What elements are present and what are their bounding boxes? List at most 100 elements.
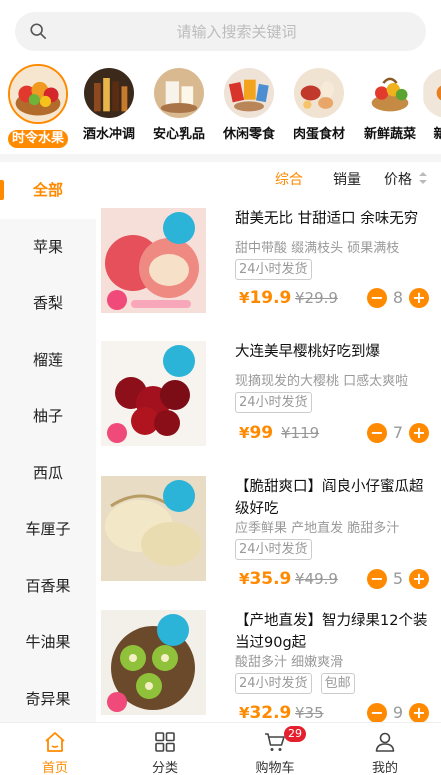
more-category-icon: [420, 66, 441, 120]
category-label: 新鲜蔬菜: [363, 127, 416, 142]
category-label: 酒水冲调: [82, 127, 135, 142]
sidebar-item-all[interactable]: 全部: [0, 162, 96, 219]
quantity-stepper: − 5 +: [367, 569, 429, 589]
tab-home[interactable]: 首页: [0, 723, 110, 775]
price-currency: ¥: [239, 424, 250, 442]
sort-price[interactable]: 价格: [384, 169, 428, 189]
product-tags: 24小时发货 包邮: [235, 672, 359, 694]
quantity-value: 7: [392, 423, 404, 442]
category-item-dairy[interactable]: 安心乳品: [145, 66, 213, 144]
search-input[interactable]: [59, 12, 414, 51]
product-title: 【产地直发】智力绿果12个装 当过90g起: [235, 613, 428, 651]
price-value: 32.9: [249, 703, 292, 722]
tab-cart[interactable]: 29 购物车: [220, 723, 330, 775]
price-value: 35.9: [249, 569, 292, 589]
sidebar-item-cherry[interactable]: 车厘子: [0, 501, 96, 558]
product-image-apple: [101, 208, 206, 313]
category-grid-icon: [155, 732, 175, 752]
sort-arrows-icon: [419, 172, 428, 184]
snacks-icon: [222, 66, 276, 120]
tab-label: 首页: [41, 761, 68, 775]
sort-comprehensive[interactable]: 综合: [275, 169, 303, 189]
product-item[interactable]: 甜美无比 甘甜适口 余味无穷 甜中带酸 缀满枝头 硕果满枝 24小时发货 ¥19…: [96, 194, 441, 327]
product-tags: 24小时发货: [235, 538, 316, 560]
sidebar-item-apple[interactable]: 苹果: [0, 219, 96, 276]
product-tag: 24小时发货: [235, 539, 312, 560]
vegetable-basket-icon: [363, 66, 417, 120]
sidebar-item-avocado[interactable]: 牛油果: [0, 614, 96, 671]
price-currency: ¥: [239, 289, 250, 307]
tab-category[interactable]: 分类: [110, 723, 220, 775]
bottom-tab-bar: 首页 分类 29 购物车 我的: [0, 722, 441, 775]
tab-mine[interactable]: 我的: [330, 723, 440, 775]
decrease-button[interactable]: −: [367, 703, 387, 722]
app-page: 时令水果 酒水冲调 安心乳品 休闲零食 肉蛋食材: [0, 0, 441, 775]
increase-button[interactable]: +: [409, 569, 429, 589]
product-tags: 24小时发货: [235, 391, 316, 413]
sidebar-item-pear[interactable]: 香梨: [0, 275, 96, 332]
category-item-snacks[interactable]: 休闲零食: [215, 66, 283, 144]
product-subtitle: 现摘现发的大樱桃 口感太爽啦: [235, 374, 409, 389]
increase-button[interactable]: +: [409, 423, 429, 443]
product-price: ¥35.9: [239, 569, 291, 589]
price-value: 99: [249, 423, 274, 443]
category-item-fruit[interactable]: 时令水果: [4, 64, 72, 148]
product-subtitle: 甜中带酸 缀满枝头 硕果满枝: [235, 241, 400, 256]
product-title: 大连美早樱桃好吃到爆: [235, 344, 380, 360]
sidebar-item-pomelo[interactable]: 柚子: [0, 388, 96, 445]
category-item-drinks[interactable]: 酒水冲调: [75, 66, 143, 144]
subcategory-sidebar: 全部 苹果 香梨 榴莲 柚子 西瓜 车厘子 百香果 牛油果 奇异果: [0, 162, 96, 722]
price-currency: ¥: [239, 704, 250, 722]
quantity-stepper: − 7 +: [367, 423, 429, 443]
decrease-button[interactable]: −: [367, 288, 387, 308]
product-item[interactable]: 【产地直发】智力绿果12个装 当过90g起 酸甜多汁 细嫩爽滑 24小时发货 包…: [96, 596, 441, 722]
product-image-kiwi: [101, 610, 206, 715]
product-image-melon: [101, 476, 206, 581]
price-currency: ¥: [239, 570, 250, 588]
category-item-vegetables[interactable]: 新鲜蔬菜: [356, 66, 424, 144]
product-tag: 包邮: [320, 673, 355, 694]
home-icon: [45, 732, 65, 752]
sidebar-item-kiwi[interactable]: 奇异果: [0, 671, 96, 723]
product-price: ¥19.9: [239, 288, 291, 308]
quantity-value: 9: [392, 703, 404, 722]
category-label: 肉蛋食材: [292, 127, 345, 142]
decrease-button[interactable]: −: [367, 569, 387, 589]
tab-label: 购物车: [255, 761, 295, 775]
decrease-button[interactable]: −: [367, 423, 387, 443]
quantity-stepper: − 9 +: [367, 703, 429, 722]
meat-egg-icon: [292, 66, 346, 120]
cart-badge: 29: [284, 726, 306, 742]
category-label: 时令水果: [7, 130, 68, 148]
quantity-stepper: − 8 +: [367, 288, 429, 308]
search-icon: [30, 23, 47, 40]
product-tags: 24小时发货: [235, 258, 316, 280]
section-divider: [0, 154, 441, 162]
sort-bar: 综合 销量 价格: [96, 162, 441, 194]
category-item-more[interactable]: 新: [420, 66, 441, 144]
product-item[interactable]: 大连美早樱桃好吃到爆 现摘现发的大樱桃 口感太爽啦 24小时发货 ¥99 ¥11…: [96, 327, 441, 460]
product-tag: 24小时发货: [235, 673, 312, 694]
product-subtitle: 应季鲜果 产地直发 脆甜多汁: [235, 521, 400, 536]
sidebar-item-passion-fruit[interactable]: 百香果: [0, 558, 96, 615]
sort-price-label: 价格: [384, 172, 412, 188]
sidebar-item-durian[interactable]: 榴莲: [0, 332, 96, 389]
product-title: 【脆甜爽口】阎良小仔蜜瓜超级好吃: [235, 479, 424, 517]
fruit-basket-icon: [8, 64, 68, 124]
increase-button[interactable]: +: [409, 703, 429, 722]
sort-sales[interactable]: 销量: [333, 169, 361, 189]
product-old-price: ¥119: [281, 424, 320, 442]
product-title: 甜美无比 甘甜适口 余味无穷: [235, 211, 419, 227]
category-label: 休闲零食: [222, 127, 275, 142]
product-item[interactable]: 【脆甜爽口】阎良小仔蜜瓜超级好吃 应季鲜果 产地直发 脆甜多汁 24小时发货 ¥…: [96, 462, 441, 595]
tab-label: 分类: [151, 761, 178, 775]
price-value: 19.9: [249, 288, 292, 308]
search-box[interactable]: [15, 12, 426, 51]
increase-button[interactable]: +: [409, 288, 429, 308]
category-item-meat-egg[interactable]: 肉蛋食材: [285, 66, 353, 144]
tab-label: 我的: [371, 761, 398, 775]
search-bar-area: [0, 0, 441, 62]
product-old-price: ¥35: [295, 704, 324, 722]
sidebar-item-watermelon[interactable]: 西瓜: [0, 445, 96, 502]
product-tag: 24小时发货: [235, 392, 312, 413]
